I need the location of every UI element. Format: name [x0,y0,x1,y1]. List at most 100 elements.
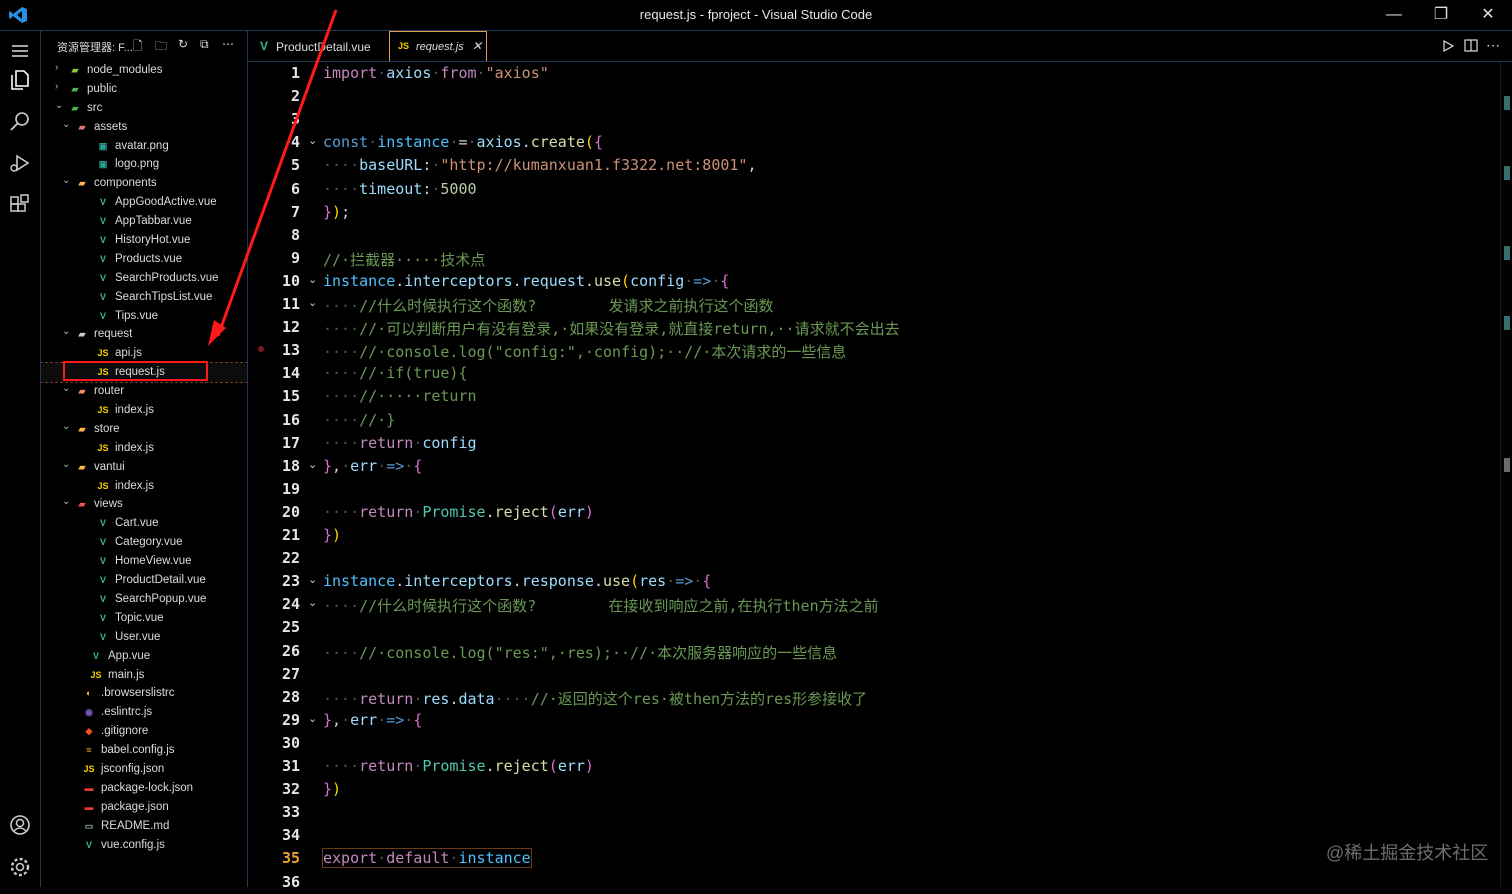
chevron-down-icon[interactable]: ⌄ [62,459,72,470]
search-icon[interactable] [8,109,32,133]
run-debug-icon[interactable] [8,151,32,175]
tree-file[interactable]: V HistoryHot.vue [41,231,247,250]
fold-chevron-icon[interactable]: ⌄ [308,273,317,286]
code-line[interactable]: 33 [248,801,1500,824]
code-line[interactable]: 17 ····return·config [248,432,1500,455]
tree-file[interactable]: Vvue.config.js [41,836,247,855]
code-line[interactable]: 34 [248,824,1500,847]
code-line[interactable]: 15 ····//·····return [248,385,1500,408]
code-line[interactable]: 24 ⌄ ····//什么时候执行这个函数? 在接收到响应之前,在执行then方法之… [248,593,1500,616]
code-line[interactable]: 4 ⌄ const·instance·=·axios.create({ [248,131,1500,154]
code-line[interactable]: 35 export·default·instance [248,847,1500,870]
tree-file[interactable]: ▣ avatar.png [41,137,247,156]
tree-file[interactable]: V AppGoodActive.vue [41,193,247,212]
tree-file[interactable]: V SearchProducts.vue [41,269,247,288]
chevron-down-icon[interactable]: ⌄ [62,421,72,432]
code-line[interactable]: 21}) [248,524,1500,547]
chevron-down-icon[interactable]: ⌄ [62,383,72,394]
tree-file[interactable]: ≈ babel.config.js [41,741,247,760]
tree-folder[interactable]: ⌄ ▰ store [41,420,247,439]
collapse-all-icon[interactable]: ⧉ [200,37,214,51]
close-window-button[interactable]: ✕ [1468,4,1508,26]
code-line[interactable]: 36 [248,871,1500,894]
code-line[interactable]: 2 [248,85,1500,108]
tree-file[interactable]: JS index.js [41,439,247,458]
fold-chevron-icon[interactable]: ⌄ [308,458,317,471]
tree-file[interactable]: V SearchPopup.vue [41,590,247,609]
code-line[interactable]: 16 ····//·} [248,409,1500,432]
tree-file[interactable]: JS index.js [41,401,247,420]
close-tab-icon[interactable]: ✕ [472,39,482,53]
code-line[interactable]: 9 //·拦截器·····技术点 [248,247,1500,270]
split-editor-icon[interactable] [1464,39,1478,52]
code-editor[interactable]: 1 import·axios·from·"axios" 2 3 4 ⌄ const·inst… [248,62,1500,891]
account-icon[interactable] [8,813,32,837]
editor-more-icon[interactable]: ⋯ [1486,37,1500,54]
tree-file[interactable]: ◆ .gitignore [41,722,247,741]
code-line[interactable]: 28 ····return·res.data····//·返回的这个res·被th… [248,686,1500,709]
chevron-down-icon[interactable]: ⌄ [62,496,72,507]
tree-folder[interactable]: ⌄ ▰ router [41,382,247,401]
tree-file[interactable]: V ProductDetail.vue [41,571,247,590]
tree-folder[interactable]: ⌄ ▰ request [41,325,247,344]
tree-file[interactable]: V App.vue [41,647,247,666]
tree-file[interactable]: ▭ README.md [41,817,247,836]
scroll-thumb[interactable] [1504,458,1510,472]
chevron-right-icon[interactable]: › [55,81,65,92]
tree-file[interactable]: V SearchTipsList.vue [41,288,247,307]
tree-file[interactable]: ◐ .browserslistrc [41,684,247,703]
minimize-button[interactable]: — [1374,4,1414,26]
tree-file[interactable]: V HomeView.vue [41,552,247,571]
code-line[interactable]: 31 ····return·Promise.reject(err) [248,755,1500,778]
tree-file[interactable]: V Topic.vue [41,609,247,628]
tree-folder[interactable]: ⌄ ▰ components [41,174,247,193]
code-line[interactable]: 3 [248,108,1500,131]
code-line[interactable]: 30 [248,732,1500,755]
fold-chevron-icon[interactable]: ⌄ [308,596,317,609]
chevron-down-icon[interactable]: ⌄ [62,119,72,130]
tree-file[interactable]: V AppTabbar.vue [41,212,247,231]
tree-file[interactable]: V Category.vue [41,533,247,552]
run-icon[interactable] [1442,40,1454,52]
tree-folder[interactable]: ⌄ ▰ src [41,99,247,118]
tree-file[interactable]: JS index.js [41,477,247,496]
fold-chevron-icon[interactable]: ⌄ [308,573,317,586]
tree-file[interactable]: ▬ package-lock.json [41,779,247,798]
tree-file[interactable]: V User.vue [41,628,247,647]
code-line[interactable]: 5 ····baseURL:·"http://kumanxuan1.f3322.n… [248,154,1500,177]
tree-folder[interactable]: › ▰ public [41,80,247,99]
chevron-right-icon[interactable]: › [55,62,65,73]
refresh-icon[interactable]: ↻ [178,37,192,51]
code-line[interactable]: 29 ⌄},·err·=>·{ [248,709,1500,732]
chevron-down-icon[interactable]: ⌄ [62,175,72,186]
tree-file[interactable]: ▬ package.json [41,798,247,817]
code-line[interactable]: 8 [248,224,1500,247]
restore-button[interactable]: ❐ [1421,4,1461,26]
more-actions-icon[interactable]: ⋯ [222,37,236,51]
code-line[interactable]: 7}); [248,201,1500,224]
breakpoint-hint-icon[interactable] [258,346,264,352]
code-line[interactable]: 13 ····//·console.log("config:",·config);… [248,339,1500,362]
tree-file[interactable]: JS jsconfig.json [41,760,247,779]
code-line[interactable]: 22 [248,547,1500,570]
chevron-down-icon[interactable]: ⌄ [55,100,65,111]
gear-icon[interactable] [8,855,32,879]
tree-folder[interactable]: ⌄ ▰ vantui [41,458,247,477]
explorer-icon[interactable] [8,68,32,92]
chevron-down-icon[interactable]: ⌄ [62,326,72,337]
new-file-icon[interactable]: 🗋 [133,37,147,53]
tree-file[interactable]: V Tips.vue [41,307,247,326]
vertical-scrollbar[interactable] [1500,62,1512,887]
code-line[interactable]: 11 ⌄ ····//什么时候执行这个函数? 发请求之前执行这个函数 [248,293,1500,316]
tree-file[interactable]: V Cart.vue [41,514,247,533]
fold-chevron-icon[interactable]: ⌄ [308,134,317,147]
tree-file[interactable]: V Products.vue [41,250,247,269]
code-line[interactable]: 12 ····//·可以判断用户有没有登录,·如果没有登录,就直接return,·… [248,316,1500,339]
code-line[interactable]: 20 ····return·Promise.reject(err) [248,501,1500,524]
tree-file[interactable]: ▣ logo.png [41,155,247,174]
code-line[interactable]: 18 ⌄},·err·=>·{ [248,455,1500,478]
fold-chevron-icon[interactable]: ⌄ [308,296,317,309]
tree-folder[interactable]: ⌄ ▰ views [41,495,247,514]
tree-file[interactable]: ◉ .eslintrc.js [41,703,247,722]
code-line[interactable]: 19 [248,478,1500,501]
